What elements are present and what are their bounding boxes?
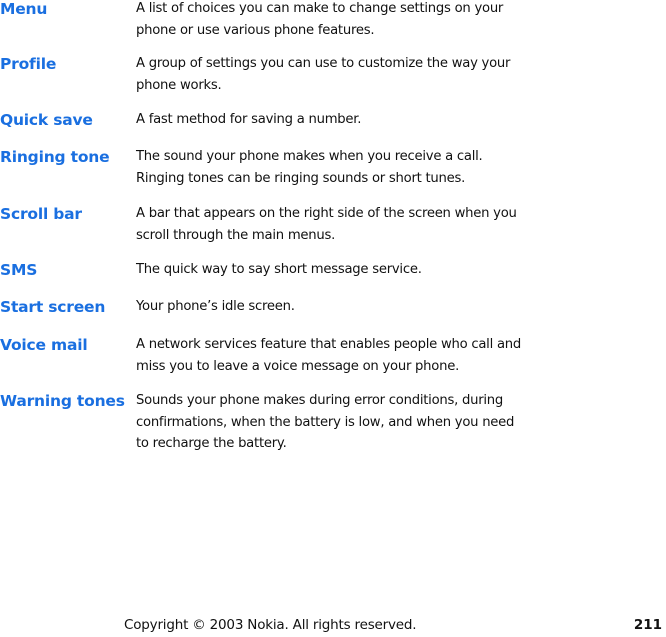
glossary-term: Quick save — [0, 111, 93, 129]
glossary-term: Warning tones — [0, 392, 125, 410]
glossary-definition: A bar that appears on the right side of … — [136, 206, 517, 243]
glossary-term: Profile — [0, 55, 57, 73]
glossary-definition: Sounds your phone makes during error con… — [136, 393, 515, 451]
glossary-definition: Your phone’s idle screen. — [136, 299, 295, 314]
glossary-term: Scroll bar — [0, 205, 82, 223]
glossary-definition: A list of choices you can make to change… — [136, 1, 504, 38]
glossary-term: Menu — [0, 0, 48, 18]
glossary-definition: A fast method for saving a number. — [136, 112, 362, 127]
glossary-definition: A group of settings you can use to custo… — [136, 56, 511, 93]
copyright-notice: Copyright © 2003 Nokia. All rights reser… — [124, 617, 417, 633]
glossary-definition: A network services feature that enables … — [136, 337, 522, 374]
glossary-definition: The quick way to say short message servi… — [136, 262, 422, 277]
glossary-term: Voice mail — [0, 336, 88, 354]
glossary-definition: The sound your phone makes when you rece… — [136, 149, 483, 186]
glossary-term: Start screen — [0, 298, 106, 316]
page-number: 211 — [633, 617, 662, 633]
glossary-term: Ringing tone — [0, 148, 110, 166]
glossary-term: SMS — [0, 261, 38, 279]
